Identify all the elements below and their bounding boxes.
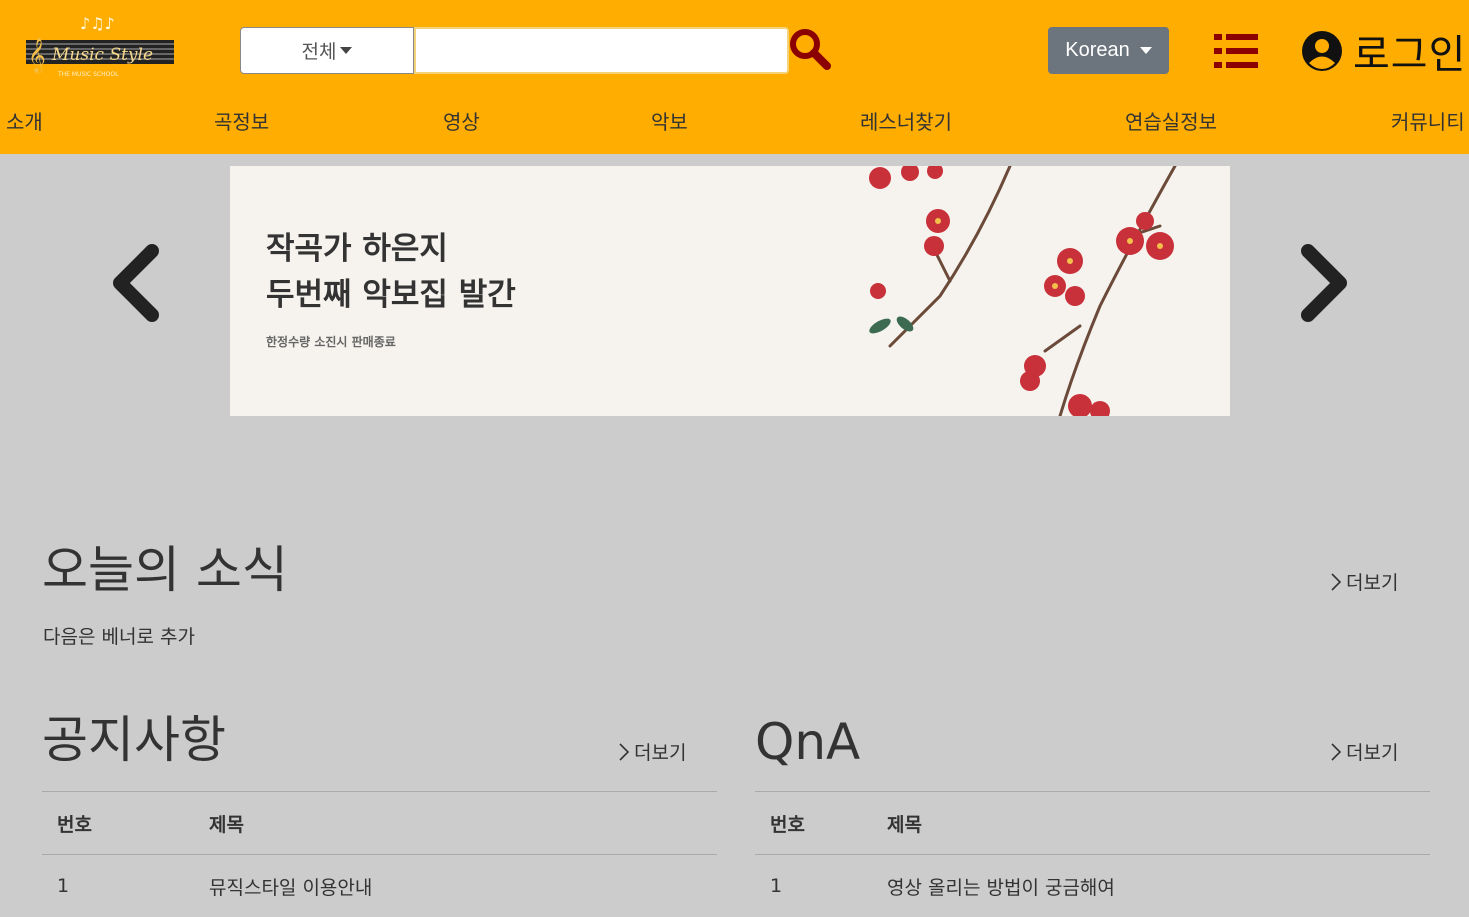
svg-text:♪♫♪: ♪♫♪ [80, 14, 115, 33]
table-row[interactable]: 1 뮤직스타일 이용안내 [42, 855, 717, 917]
column-header-title: 제목 [208, 792, 717, 855]
notice-table: 번호 제목 1 뮤직스타일 이용안내 [42, 791, 717, 917]
logo-text: Music Style [51, 45, 153, 65]
table-row[interactable]: 1 영상 올리는 방법이 궁금해여 [755, 855, 1430, 917]
search-category-label: 전체 [302, 37, 337, 64]
column-header-number: 번호 [755, 792, 886, 855]
notice-more-link[interactable]: 더보기 [618, 738, 686, 765]
today-news-more-link[interactable]: 더보기 [1330, 568, 1398, 595]
carousel-banner[interactable]: 작곡가 하은지 두번째 악보집 발간 한정수량 소진시 판매종료 [230, 166, 1230, 416]
table-header-row: 번호 제목 [42, 792, 717, 855]
nav-item-video[interactable]: 영상 [443, 106, 480, 135]
header: ♪♫♪ 𝄞 Music Style THE MUSIC SCHOOL 전체 Ko… [0, 0, 1469, 154]
row-title[interactable]: 영상 올리는 방법이 궁금해여 [886, 855, 1430, 917]
site-logo[interactable]: ♪♫♪ 𝄞 Music Style THE MUSIC SCHOOL [22, 10, 178, 80]
logo-subtext: THE MUSIC SCHOOL [57, 71, 119, 78]
chevron-left-icon [108, 243, 164, 323]
nav-item-sheet-music[interactable]: 악보 [651, 106, 688, 135]
row-title[interactable]: 뮤직스타일 이용안내 [208, 855, 717, 917]
main-nav: 소개 곡정보 영상 악보 레스너찾기 연습실정보 커뮤니티 [0, 106, 1469, 138]
qna-title: QnA [755, 712, 860, 772]
login-button[interactable]: 로그인 [1301, 24, 1466, 78]
qna-table: 번호 제목 1 영상 올리는 방법이 궁금해여 [755, 791, 1430, 917]
language-dropdown-button[interactable]: Korean [1048, 27, 1169, 74]
chevron-right-icon [618, 742, 630, 762]
today-news-text: 다음은 베너로 추가 [43, 622, 195, 649]
chevron-right-icon [1296, 243, 1352, 323]
row-number: 1 [755, 855, 886, 917]
chevron-right-icon [1330, 572, 1342, 592]
banner-title: 작곡가 하은지 두번째 악보집 발간 [266, 226, 516, 318]
column-header-title: 제목 [886, 792, 1430, 855]
login-label: 로그인 [1353, 22, 1466, 80]
row-number: 1 [42, 855, 208, 917]
plum-blossom-illustration [830, 166, 1230, 416]
menu-list-button[interactable] [1214, 32, 1258, 70]
chevron-right-icon [1330, 742, 1342, 762]
search-category-select[interactable]: 전체 [240, 27, 414, 74]
nav-item-practice-room[interactable]: 연습실정보 [1125, 106, 1217, 135]
nav-item-intro[interactable]: 소개 [6, 106, 43, 135]
svg-text:𝄞: 𝄞 [28, 38, 46, 74]
nav-item-find-lessoner[interactable]: 레스너찾기 [860, 106, 952, 135]
more-label: 더보기 [1346, 568, 1398, 595]
language-label: Korean [1065, 39, 1130, 62]
column-header-number: 번호 [42, 792, 208, 855]
table-header-row: 번호 제목 [755, 792, 1430, 855]
search-button[interactable] [787, 26, 833, 72]
more-label: 더보기 [634, 738, 686, 765]
carousel-next-button[interactable] [1296, 243, 1352, 323]
carousel-prev-button[interactable] [108, 243, 164, 323]
list-icon [1214, 32, 1258, 70]
search-icon [787, 26, 833, 72]
caret-down-icon [340, 47, 352, 54]
search-input[interactable] [414, 27, 789, 74]
nav-item-song-info[interactable]: 곡정보 [214, 106, 269, 135]
nav-item-community[interactable]: 커뮤니티 [1391, 106, 1465, 135]
qna-more-link[interactable]: 더보기 [1330, 738, 1398, 765]
more-label: 더보기 [1346, 738, 1398, 765]
notice-title: 공지사항 [42, 710, 226, 770]
banner-subtitle: 한정수량 소진시 판매종료 [266, 333, 396, 350]
today-news-title: 오늘의 소식 [42, 540, 288, 600]
user-circle-icon [1301, 30, 1343, 72]
caret-down-icon [1140, 47, 1152, 54]
